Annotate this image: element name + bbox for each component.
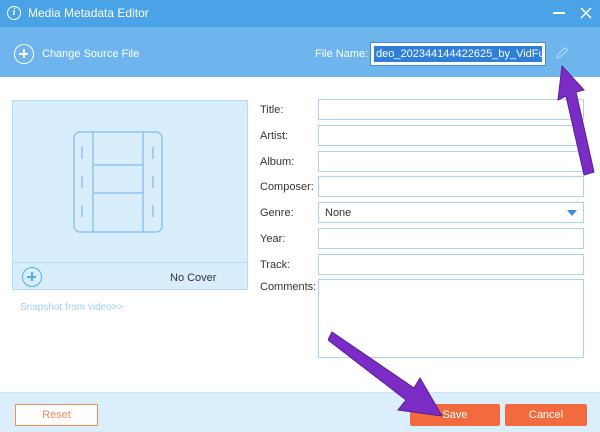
album-input[interactable] <box>318 151 584 172</box>
track-label: Track: <box>260 259 291 271</box>
year-input[interactable] <box>318 228 584 249</box>
film-placeholder-icon <box>73 131 163 233</box>
comments-textarea[interactable] <box>318 279 584 358</box>
window-title: Media Metadata Editor <box>28 6 149 20</box>
change-source-file-button[interactable]: Change Source File <box>42 48 139 60</box>
minimize-icon <box>553 12 565 14</box>
reset-button[interactable]: Reset <box>15 404 98 426</box>
composer-input[interactable] <box>318 176 584 197</box>
add-source-icon[interactable] <box>14 44 34 64</box>
album-label: Album: <box>260 156 295 168</box>
cancel-button[interactable]: Cancel <box>505 404 587 426</box>
cover-divider <box>13 262 247 263</box>
artist-input[interactable] <box>318 125 584 146</box>
minimize-button[interactable] <box>552 5 566 21</box>
genre-select[interactable]: None <box>318 202 584 223</box>
no-cover-label: No Cover <box>170 272 217 284</box>
info-icon: i <box>7 6 21 20</box>
artist-label: Artist: <box>260 130 289 142</box>
close-button[interactable] <box>578 5 594 21</box>
add-cover-icon[interactable] <box>22 267 42 287</box>
edit-pencil-icon[interactable] <box>554 45 570 61</box>
title-input[interactable] <box>318 99 584 120</box>
dropdown-caret-icon <box>567 210 577 216</box>
year-label: Year: <box>260 233 286 245</box>
save-button[interactable]: Save <box>410 404 500 426</box>
title-bar: i Media Metadata Editor <box>0 0 600 27</box>
file-name-value: deo_202344144422625_by_VidFun <box>374 46 542 62</box>
close-icon <box>580 7 592 19</box>
genre-label: Genre: <box>260 207 294 219</box>
comments-label: Comments: <box>260 281 317 293</box>
composer-label: Composer: <box>260 181 314 193</box>
header-bar: Change Source File File Name: deo_202344… <box>0 27 600 77</box>
file-name-input[interactable]: deo_202344144422625_by_VidFun <box>370 42 546 66</box>
track-input[interactable] <box>318 254 584 275</box>
snapshot-from-video-link[interactable]: Snapshot from video>> <box>20 302 123 313</box>
genre-value: None <box>325 207 352 219</box>
title-label: Title: <box>260 104 284 116</box>
file-name-label: File Name: <box>315 48 369 60</box>
